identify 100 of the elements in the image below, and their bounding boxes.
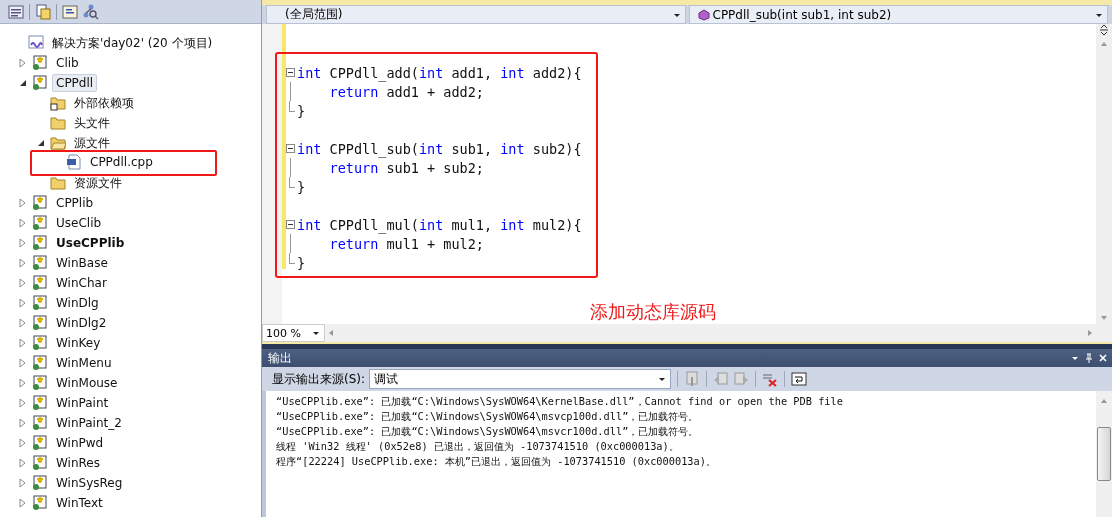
code-line: return sub1 + sub2; (328, 159, 484, 176)
expand-arrow-icon[interactable] (19, 318, 27, 328)
tree-item[interactable]: WinPaint_2 (52, 414, 126, 432)
project-icon (32, 415, 48, 431)
code-line: int CPPdll_mul(int mul1, int mul2){ (297, 216, 582, 233)
shortcut-folder-icon (50, 95, 66, 111)
tree-item[interactable]: UseClib (52, 214, 106, 232)
code-line: } (297, 102, 306, 119)
method-icon (697, 8, 710, 21)
project-icon (32, 255, 48, 271)
project-icon (32, 235, 48, 251)
expand-arrow-icon[interactable] (19, 238, 27, 248)
expand-arrow-icon[interactable] (19, 498, 27, 508)
previous-icon[interactable] (713, 371, 730, 387)
annotation-text: 添加动态库源码 (590, 301, 716, 322)
expand-arrow-icon[interactable] (19, 198, 27, 208)
properties-icon[interactable] (8, 3, 24, 20)
collapse-arrow-icon[interactable] (19, 78, 27, 88)
scrollbar-thumb[interactable] (1097, 427, 1111, 481)
split-icon[interactable] (1098, 24, 1110, 36)
expand-arrow-icon[interactable] (19, 58, 27, 68)
source-label: 显示输出来源(S): (272, 370, 366, 388)
project-icon (32, 315, 48, 331)
tree-item[interactable]: WinBase (52, 254, 112, 272)
source-dropdown[interactable]: 调试 (369, 369, 672, 389)
expand-arrow-icon[interactable] (19, 358, 27, 368)
view-code-icon[interactable] (62, 3, 78, 20)
tree-item[interactable]: WinKey (52, 334, 105, 352)
tree-item[interactable]: WinMenu (52, 354, 116, 372)
project-icon (32, 375, 48, 391)
collapse-arrow-icon[interactable] (37, 138, 45, 148)
word-wrap-icon[interactable] (791, 371, 808, 387)
project-icon (32, 295, 48, 311)
dropdown-arrow-icon (658, 375, 667, 383)
tree-item[interactable]: WinMouse (52, 374, 122, 392)
collapse-icon[interactable] (285, 68, 295, 77)
tree-item[interactable]: WinPaint (52, 394, 113, 412)
project-icon (32, 335, 48, 351)
project-icon (32, 435, 48, 451)
next-icon[interactable] (733, 371, 750, 387)
project-icon (32, 195, 48, 211)
collapse-icon[interactable] (285, 220, 295, 229)
output-line: “UseCPPlib.exe”: 已加载“C:\Windows\SysWOW64\msvcp100d.dll”，已加载符号。 (276, 409, 700, 424)
tree-item[interactable]: Clib (52, 54, 83, 72)
code-line: return add1 + add2; (328, 83, 484, 100)
tree-item[interactable]: 外部依赖项 (70, 92, 138, 114)
tree-item[interactable]: CPPlib (52, 194, 98, 212)
goto-icon[interactable] (684, 371, 701, 387)
tree-item[interactable]: 资源文件 (70, 172, 126, 194)
close-icon[interactable] (1098, 353, 1108, 363)
class-diagram-icon[interactable] (83, 3, 99, 20)
project-icon (32, 395, 48, 411)
tree-item[interactable]: WinChar (52, 274, 111, 292)
project-icon (32, 215, 48, 231)
zoom-dropdown[interactable]: 100 % (262, 324, 325, 342)
dropdown-arrow-icon (312, 329, 320, 337)
show-files-icon[interactable] (35, 3, 51, 20)
collapse-icon[interactable] (285, 144, 295, 153)
member-dropdown[interactable]: CPPdll_sub(int sub1, int sub2) (688, 5, 1108, 24)
expand-arrow-icon[interactable] (19, 438, 27, 448)
code-line: return mul1 + mul2; (328, 235, 484, 252)
tree-item[interactable]: WinText (52, 494, 107, 512)
clear-all-icon[interactable] (762, 371, 779, 387)
expand-arrow-icon[interactable] (19, 258, 27, 268)
tree-item[interactable]: 解决方案'day02' (20 个项目) (48, 32, 217, 54)
tree-item[interactable]: CPPdll.cpp (86, 153, 157, 171)
tree-item[interactable]: WinSysReg (52, 474, 127, 492)
project-icon (32, 275, 48, 291)
tree-item[interactable]: WinDlg (52, 294, 103, 312)
expand-arrow-icon[interactable] (19, 278, 27, 288)
project-icon (32, 75, 48, 91)
expand-arrow-icon[interactable] (19, 478, 27, 488)
tree-item[interactable]: WinDlg2 (52, 314, 111, 332)
code-line: int CPPdll_sub(int sub1, int sub2){ (297, 140, 582, 157)
expand-arrow-icon[interactable] (19, 458, 27, 468)
expand-arrow-icon[interactable] (19, 378, 27, 388)
expand-arrow-icon[interactable] (19, 338, 27, 348)
output-line: “UseCPPlib.exe”: 已加载“C:\Windows\SysWOW64\KernelBase.dll”，Cannot find or open the PDB file (276, 394, 844, 409)
tree-item[interactable]: CPPdll (52, 74, 98, 92)
expand-arrow-icon[interactable] (19, 218, 27, 228)
expand-arrow-icon[interactable] (19, 418, 27, 428)
tree-item[interactable]: UseCPPlib (52, 234, 129, 252)
folder-icon (50, 175, 66, 191)
scope-dropdown[interactable]: (全局范围) (266, 5, 686, 24)
expand-arrow-icon[interactable] (19, 298, 27, 308)
tree-item[interactable]: 头文件 (70, 112, 114, 134)
code-line: } (297, 254, 306, 271)
pin-icon[interactable] (1084, 353, 1094, 363)
panel-title: 输出 (268, 349, 293, 367)
tree-item[interactable]: 源文件 (70, 132, 114, 154)
folder-icon (50, 115, 66, 131)
solution-icon (28, 35, 44, 51)
code-line: } (297, 178, 306, 195)
code-line: int CPPdll_add(int add1, int add2){ (297, 64, 582, 81)
expand-arrow-icon[interactable] (19, 398, 27, 408)
open-folder-icon (50, 135, 66, 151)
output-line: “UseCPPlib.exe”: 已加载“C:\Windows\SysWOW64\msvcr100d.dll”，已加载符号。 (276, 424, 700, 439)
tree-item[interactable]: WinRes (52, 454, 104, 472)
output-line: 程序“[22224] UseCPPlib.exe: 本机”已退出，返回值为 -1073741510 (0xc000013a)。 (276, 454, 717, 469)
tree-item[interactable]: WinPwd (52, 434, 108, 452)
